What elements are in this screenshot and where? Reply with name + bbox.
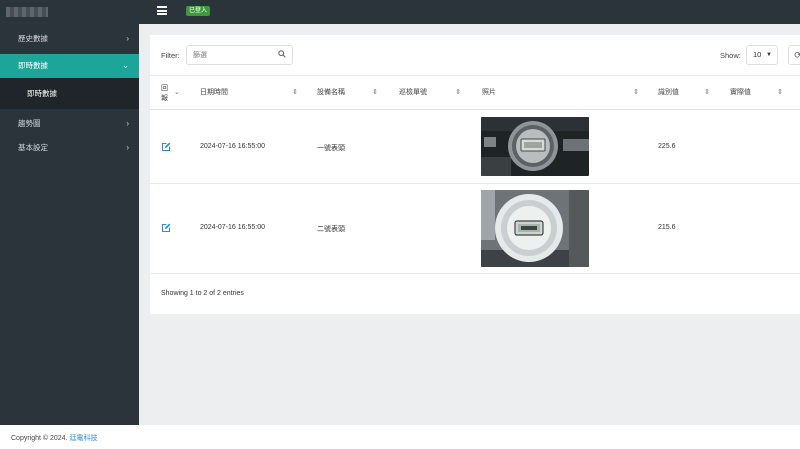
refresh-icon: ⟳: [794, 50, 800, 60]
table-info: Showing 1 to 2 of 2 entries: [161, 290, 244, 297]
chevron-down-icon: ▼: [766, 52, 772, 58]
cell-recognized-value: 225.6: [658, 143, 676, 150]
sort-icon: ⇕: [777, 89, 783, 96]
column-header-photo[interactable]: 照片 ⇕: [482, 76, 639, 110]
chevron-right-icon: ›: [126, 34, 129, 43]
sort-icon: ⇕: [704, 89, 710, 96]
column-header-recognized[interactable]: 識別值 ⇕: [658, 76, 710, 110]
sidebar: 歷史數據 › 即時數據 ⌄ 即時數據 趨勢圖 › 基本設定 ›: [0, 24, 139, 425]
top-bar: 已登入: [0, 0, 800, 24]
filter-input[interactable]: [187, 46, 272, 64]
chevron-right-icon: ›: [126, 143, 129, 152]
sidebar-item-history[interactable]: 歷史數據 ›: [0, 27, 139, 51]
filter-search-box: [186, 45, 293, 65]
company-link[interactable]: 廷電科技: [69, 435, 97, 442]
sort-icon: ⇕: [633, 89, 639, 96]
sort-icon: ⇕: [292, 89, 298, 96]
meter-photo[interactable]: [481, 190, 589, 267]
sidebar-item-label: 基本設定: [18, 143, 48, 152]
table-row: 2024-07-16 16:55:00 一號表頭 225.6: [150, 110, 800, 184]
cell-device: 一號表頭: [317, 145, 345, 152]
brand-logo: [6, 7, 48, 17]
column-header-actual[interactable]: 實際值 ⇕: [730, 76, 783, 110]
sidebar-item-settings[interactable]: 基本設定 ›: [0, 136, 139, 160]
footer: Copyright © 2024. 廷電科技: [0, 425, 800, 449]
cell-datetime: 2024-07-16 16:55:00: [200, 143, 265, 150]
login-status-badge: 已登入: [186, 6, 211, 16]
refresh-button[interactable]: ⟳: [788, 45, 800, 65]
chevron-down-icon: ⌄: [122, 61, 129, 70]
cell-device: 二號表頭: [317, 226, 345, 233]
copyright-text: Copyright © 2024. 廷電科技: [11, 435, 98, 442]
chevron-right-icon: ›: [126, 119, 129, 128]
show-label: Show:: [720, 51, 741, 60]
page-length-value: 10: [753, 50, 762, 59]
column-header-device[interactable]: 設備名稱 ⇕: [317, 76, 378, 110]
cell-datetime: 2024-07-16 16:55:00: [200, 224, 265, 231]
sidebar-item-trend[interactable]: 趨勢圖 ›: [0, 112, 139, 136]
sidebar-item-label: 趨勢圖: [18, 119, 41, 128]
table-header: 回報 ⌄ 日期時間 ⇕ 設備名稱 ⇕ 巡檢單號 ⇕ 照片 ⇕ 識別值 ⇕ 實際值…: [150, 75, 800, 110]
sidebar-subitem-realtime[interactable]: 即時數據: [0, 78, 139, 109]
sort-down-icon: ⌄: [174, 89, 180, 96]
table-row: 2024-07-16 16:55:00 二號表頭 215.6: [150, 184, 800, 274]
cell-recognized-value: 215.6: [658, 224, 676, 231]
sidebar-item-label: 即時數據: [18, 61, 48, 70]
sort-icon: ⇕: [455, 89, 461, 96]
edit-icon[interactable]: [161, 223, 171, 233]
edit-icon[interactable]: [161, 142, 171, 152]
sidebar-item-label: 歷史數據: [18, 34, 48, 43]
filter-label: Filter:: [161, 51, 180, 60]
sidebar-item-realtime[interactable]: 即時數據 ⌄: [0, 54, 139, 78]
column-header-inspection-no[interactable]: 巡檢單號 ⇕: [399, 76, 461, 110]
sort-icon: ⇕: [372, 89, 378, 96]
data-table-panel: Filter: Show: 10 ▼ ⟳ 回報 ⌄ 日期時間 ⇕ 設備名稱 ⇕ …: [150, 35, 800, 314]
page-length-select[interactable]: 10 ▼: [746, 45, 778, 65]
search-icon[interactable]: [278, 50, 286, 60]
hamburger-icon[interactable]: [157, 6, 167, 15]
meter-photo[interactable]: [481, 117, 589, 176]
column-header-datetime[interactable]: 日期時間 ⇕: [200, 76, 298, 110]
